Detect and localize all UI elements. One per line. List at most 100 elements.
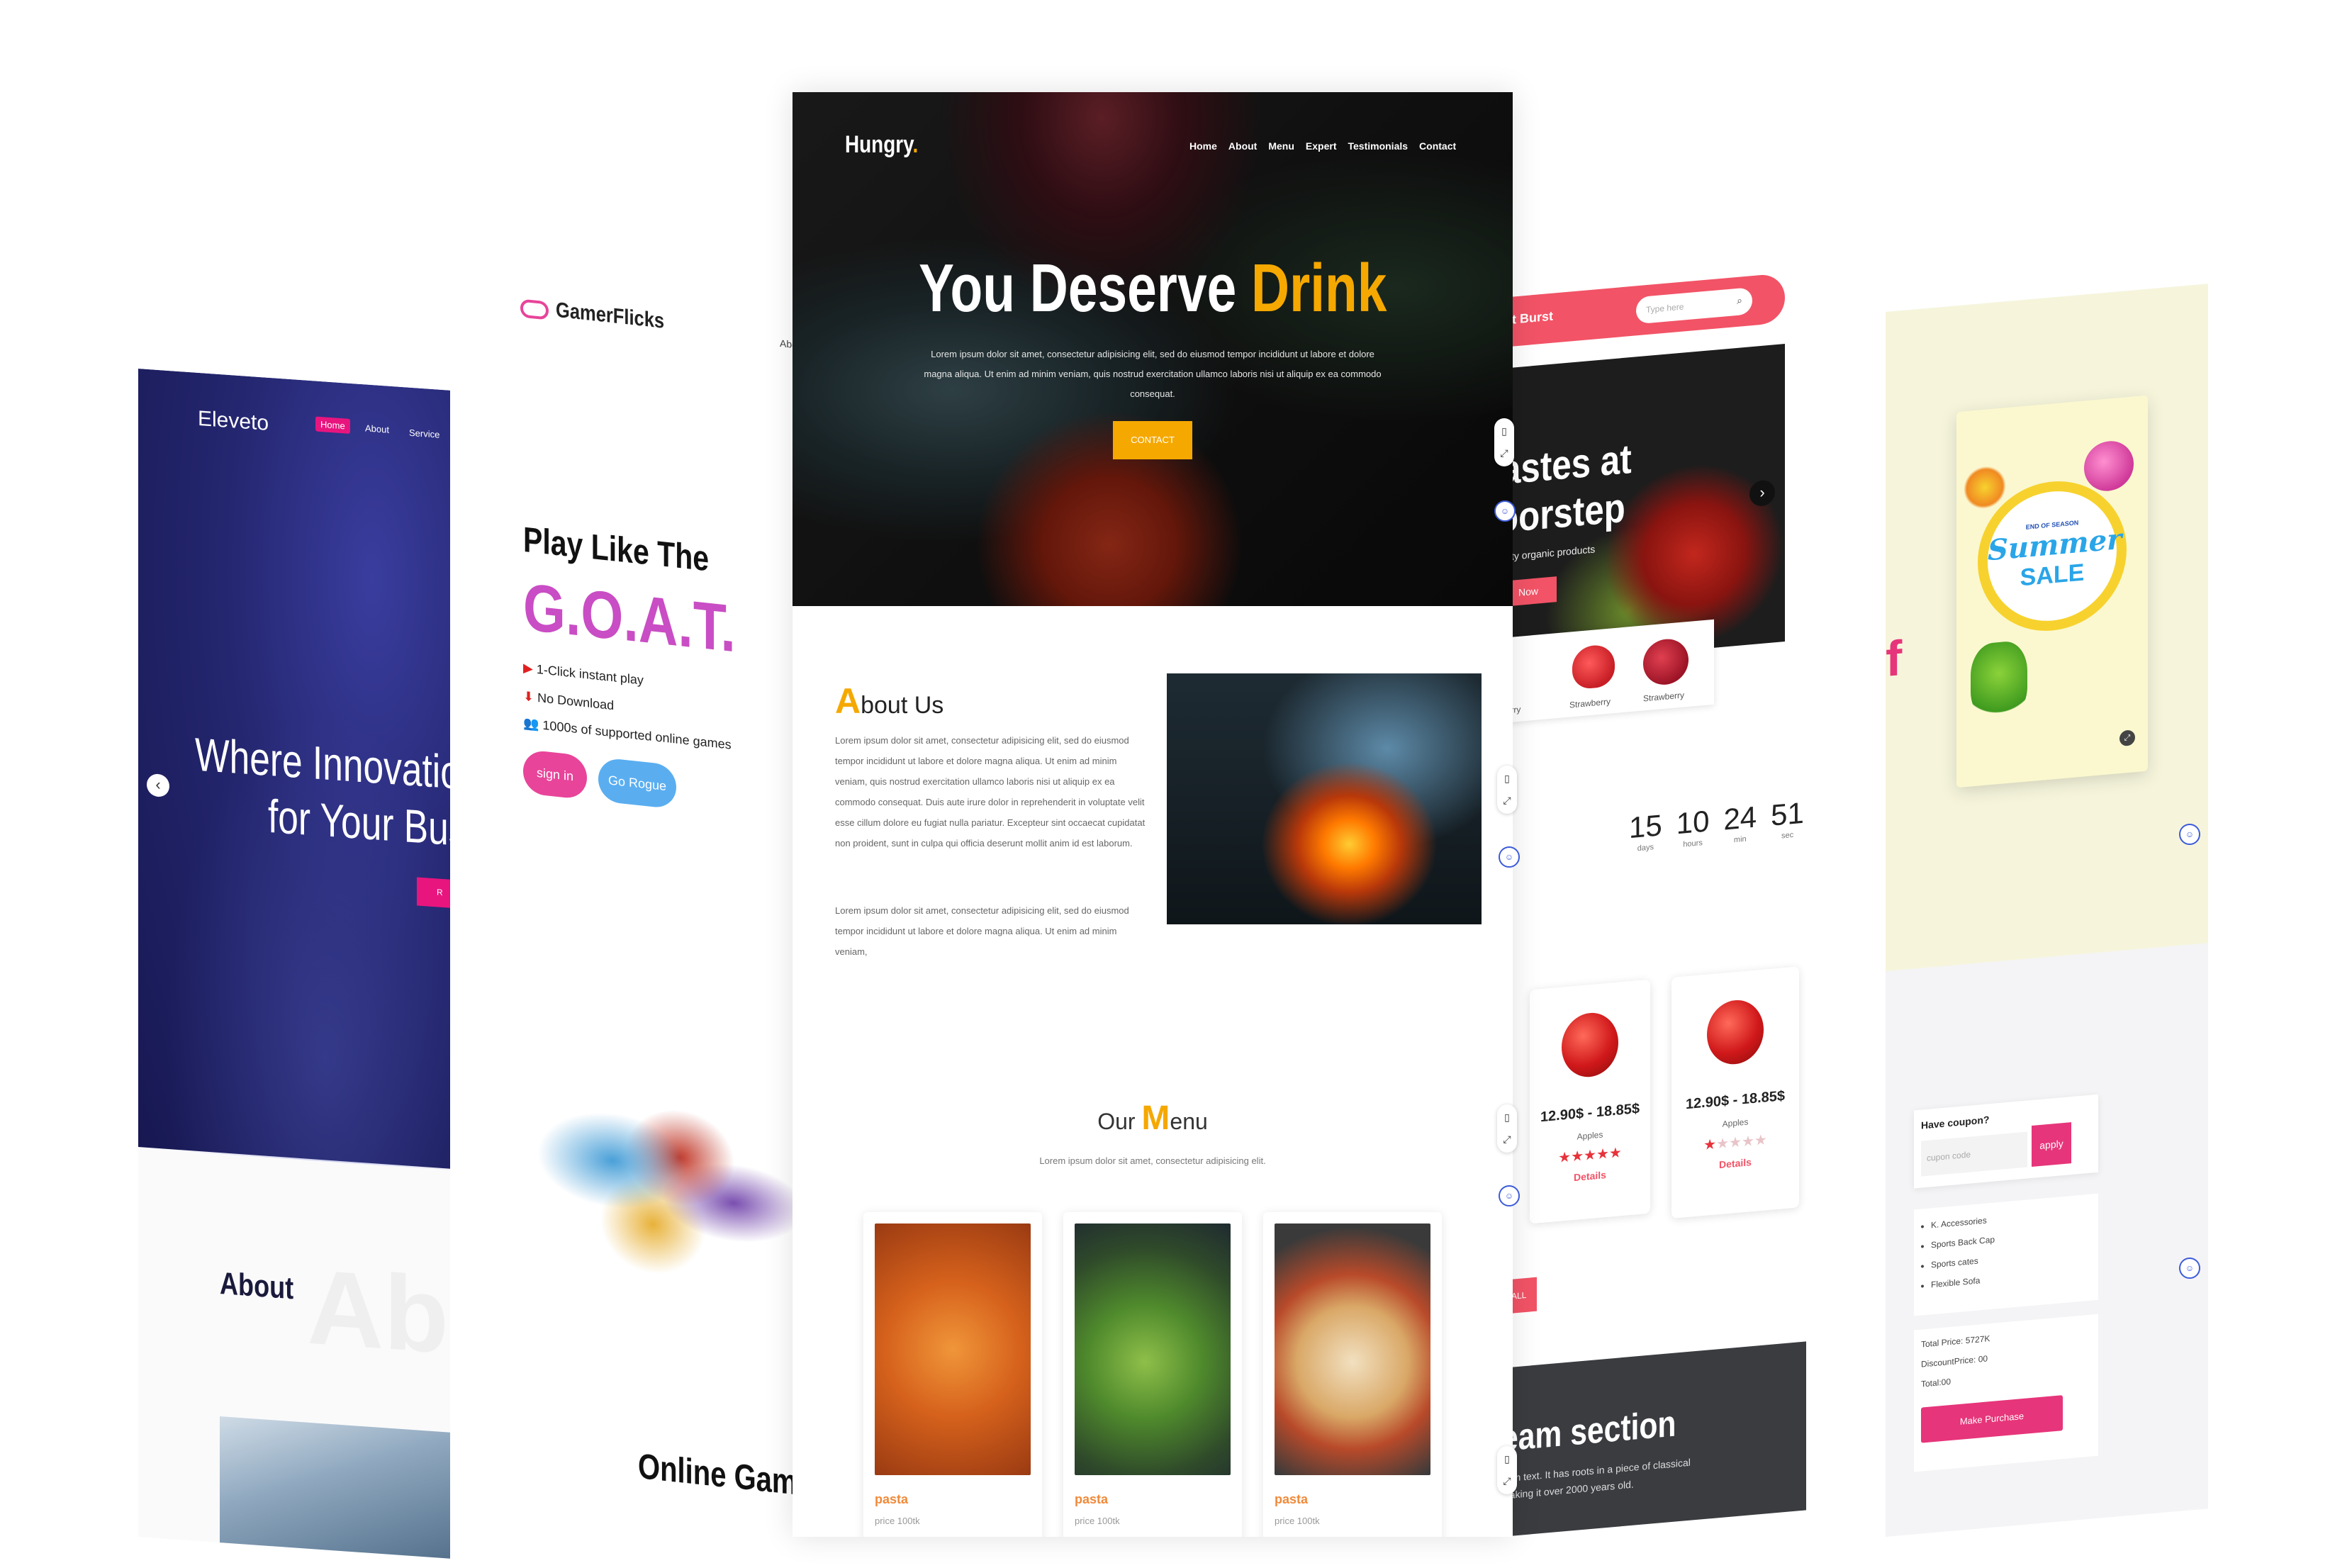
- nav-home-button[interactable]: Home: [315, 416, 350, 434]
- signin-button[interactable]: sign in: [523, 749, 587, 800]
- chat-icon[interactable]: ☺: [1499, 1185, 1520, 1206]
- expand-icon[interactable]: ⤢: [1503, 1133, 1511, 1146]
- gamepad-icon: [520, 298, 549, 320]
- salad-image: [1075, 1223, 1231, 1475]
- team-heading: eam section: [1501, 1403, 1676, 1460]
- countdown-seconds: 51 sec: [1771, 796, 1804, 841]
- thumb-label: Strawberry: [1643, 690, 1685, 704]
- brand-logo[interactable]: Hungry.: [845, 131, 918, 159]
- chevron-right-icon: ›: [1759, 483, 1765, 502]
- book-icon[interactable]: ▯: [1501, 425, 1507, 437]
- product-card[interactable]: 12.90$ - 18.85$ Apples ★★★★★ Details: [1530, 979, 1650, 1224]
- expand-icon[interactable]: ⤢: [1503, 1475, 1511, 1487]
- nav-about[interactable]: About: [1228, 140, 1257, 152]
- side-toolbar: ▯ ⤢: [1494, 418, 1514, 466]
- countdown-value: 24: [1723, 800, 1757, 836]
- partial-heading-letter: f: [1886, 629, 1903, 687]
- nav-menu[interactable]: Menu: [1268, 140, 1294, 152]
- brand-partial[interactable]: it Burst: [1508, 309, 1553, 328]
- hero-heading-line2: oorstep: [1501, 484, 1625, 542]
- hero-background-photo: [138, 638, 450, 1170]
- eleveto-brand[interactable]: Eleveto: [198, 407, 269, 436]
- about-grill-image: [1167, 673, 1482, 924]
- strawberry-icon: [1572, 644, 1615, 690]
- book-icon[interactable]: ▯: [1504, 773, 1510, 785]
- star-rating: ★★★★★: [1703, 1132, 1767, 1154]
- brand-dot: .: [912, 131, 919, 158]
- nav-testimonials[interactable]: Testimonials: [1348, 140, 1408, 152]
- details-link[interactable]: Details: [1671, 1152, 1799, 1175]
- brand-name: Hungry: [845, 131, 913, 158]
- expand-icon[interactable]: ⤢: [2119, 729, 2135, 747]
- side-toolbar: ▯ ⤢: [1497, 766, 1517, 814]
- goat-heading: G.O.A.T.: [523, 569, 736, 666]
- menu-card[interactable]: pasta price 100tk: [1063, 1212, 1242, 1537]
- menu-subtitle: Lorem ipsum dolor sit amet, consectetur …: [1039, 1155, 1266, 1166]
- product-card[interactable]: 12.90$ - 18.85$ Apples ★★★★★ Details: [1671, 966, 1799, 1219]
- apple-image: [1562, 1010, 1618, 1080]
- headline: Play Like The: [523, 519, 710, 579]
- feature-1-label: 1-Click instant play: [536, 661, 644, 688]
- feature-2: ⬇ No Download: [523, 689, 614, 713]
- summer-sale-site-preview: f END OF SEASON Summer SALE ⤢ Have coupo…: [1886, 284, 2208, 1538]
- fruit-burst-site-preview: it Burst Type here ⌕ astes at oorstep al…: [1501, 255, 1820, 1537]
- hero-banner: astes at oorstep ality organic products …: [1501, 344, 1785, 666]
- nav-about-link[interactable]: About: [365, 422, 389, 435]
- chat-icon[interactable]: ☺: [2179, 824, 2200, 845]
- team-text-1: dom text. It has roots in a piece of cla…: [1501, 1456, 1691, 1484]
- menu-item-name: pasta: [875, 1492, 909, 1506]
- contact-button[interactable]: CONTACT: [1113, 421, 1192, 459]
- apply-button[interactable]: apply: [2032, 1122, 2071, 1167]
- chat-icon[interactable]: ☺: [1494, 500, 1516, 522]
- about-heading: About Us: [835, 681, 943, 722]
- nav-service-link[interactable]: Service: [409, 427, 439, 440]
- expand-icon[interactable]: ⤢: [1503, 795, 1511, 807]
- make-purchase-button[interactable]: Make Purchase: [1921, 1395, 2063, 1443]
- team-section: eam section dom text. It has roots in a …: [1501, 1341, 1806, 1537]
- book-icon[interactable]: ▯: [1504, 1453, 1510, 1465]
- eleveto-site-preview: Eleveto Home About Service Where Innovat…: [138, 369, 450, 1559]
- coupon-placeholder: cupon code: [1927, 1149, 1971, 1163]
- book-icon[interactable]: ▯: [1504, 1111, 1510, 1124]
- fruit-thumbnails: berry Strawberry Strawberry: [1501, 619, 1714, 723]
- menu-heading-initial: M: [1141, 1099, 1170, 1137]
- go-rogue-button[interactable]: Go Rogue: [598, 757, 676, 810]
- feature-2-label: No Download: [537, 690, 615, 713]
- final-total: Total:00: [1921, 1376, 1951, 1389]
- about-building-image: [220, 1416, 450, 1559]
- eleveto-hero: Eleveto Home About Service Where Innovat…: [138, 369, 450, 1170]
- play-icon: ▶: [523, 660, 537, 676]
- coupon-input[interactable]: cupon code: [1921, 1131, 2027, 1177]
- chat-icon[interactable]: ☺: [1499, 846, 1520, 868]
- gamerflicks-logo[interactable]: GamerFlicks: [556, 298, 664, 334]
- coupon-label: Have coupon?: [1921, 1114, 1990, 1131]
- chat-icon[interactable]: ☺: [2179, 1258, 2200, 1279]
- hero-cta-button[interactable]: R: [417, 877, 450, 909]
- slider-next-arrow[interactable]: ›: [1749, 479, 1775, 508]
- hero-title: You Deserve Drink: [793, 250, 1513, 327]
- nav-home[interactable]: Home: [1189, 140, 1217, 152]
- details-link[interactable]: Details: [1530, 1165, 1650, 1187]
- menu-item-name: pasta: [1075, 1492, 1109, 1506]
- expand-icon[interactable]: ⤢: [1500, 447, 1508, 459]
- countdown-hours: 10 hours: [1676, 804, 1710, 849]
- search-input[interactable]: Type here ⌕: [1636, 287, 1752, 325]
- about-heading-initial: A: [835, 681, 861, 721]
- nav-expert[interactable]: Expert: [1306, 140, 1337, 152]
- chevron-left-icon: ‹: [155, 775, 161, 794]
- decoration-leaves: [1971, 639, 2027, 723]
- menu-heading: Our Menu: [793, 1099, 1513, 1138]
- hero-title-main: You Deserve: [918, 250, 1236, 326]
- hungry-site-preview: Hungry. Home About Menu Expert Testimoni…: [793, 92, 1513, 1537]
- menu-card[interactable]: pasta price 100tk: [1263, 1212, 1442, 1537]
- nav-contact[interactable]: Contact: [1419, 140, 1456, 152]
- download-icon: ⬇: [523, 688, 538, 705]
- online-games-heading: Online Game: [638, 1445, 808, 1504]
- hero-subtitle: ality organic products: [1501, 543, 1596, 563]
- top-nav: Home About Menu Expert Testimonials Cont…: [1189, 140, 1456, 152]
- star-rating: ★★★★★: [1558, 1145, 1622, 1166]
- feature-3-label: 1000s of supported online games: [542, 717, 732, 752]
- menu-card[interactable]: pasta price 100tk: [863, 1212, 1042, 1537]
- search-icon[interactable]: ⌕: [1737, 294, 1742, 307]
- coupon-box: Have coupon? cupon code apply: [1914, 1094, 2098, 1189]
